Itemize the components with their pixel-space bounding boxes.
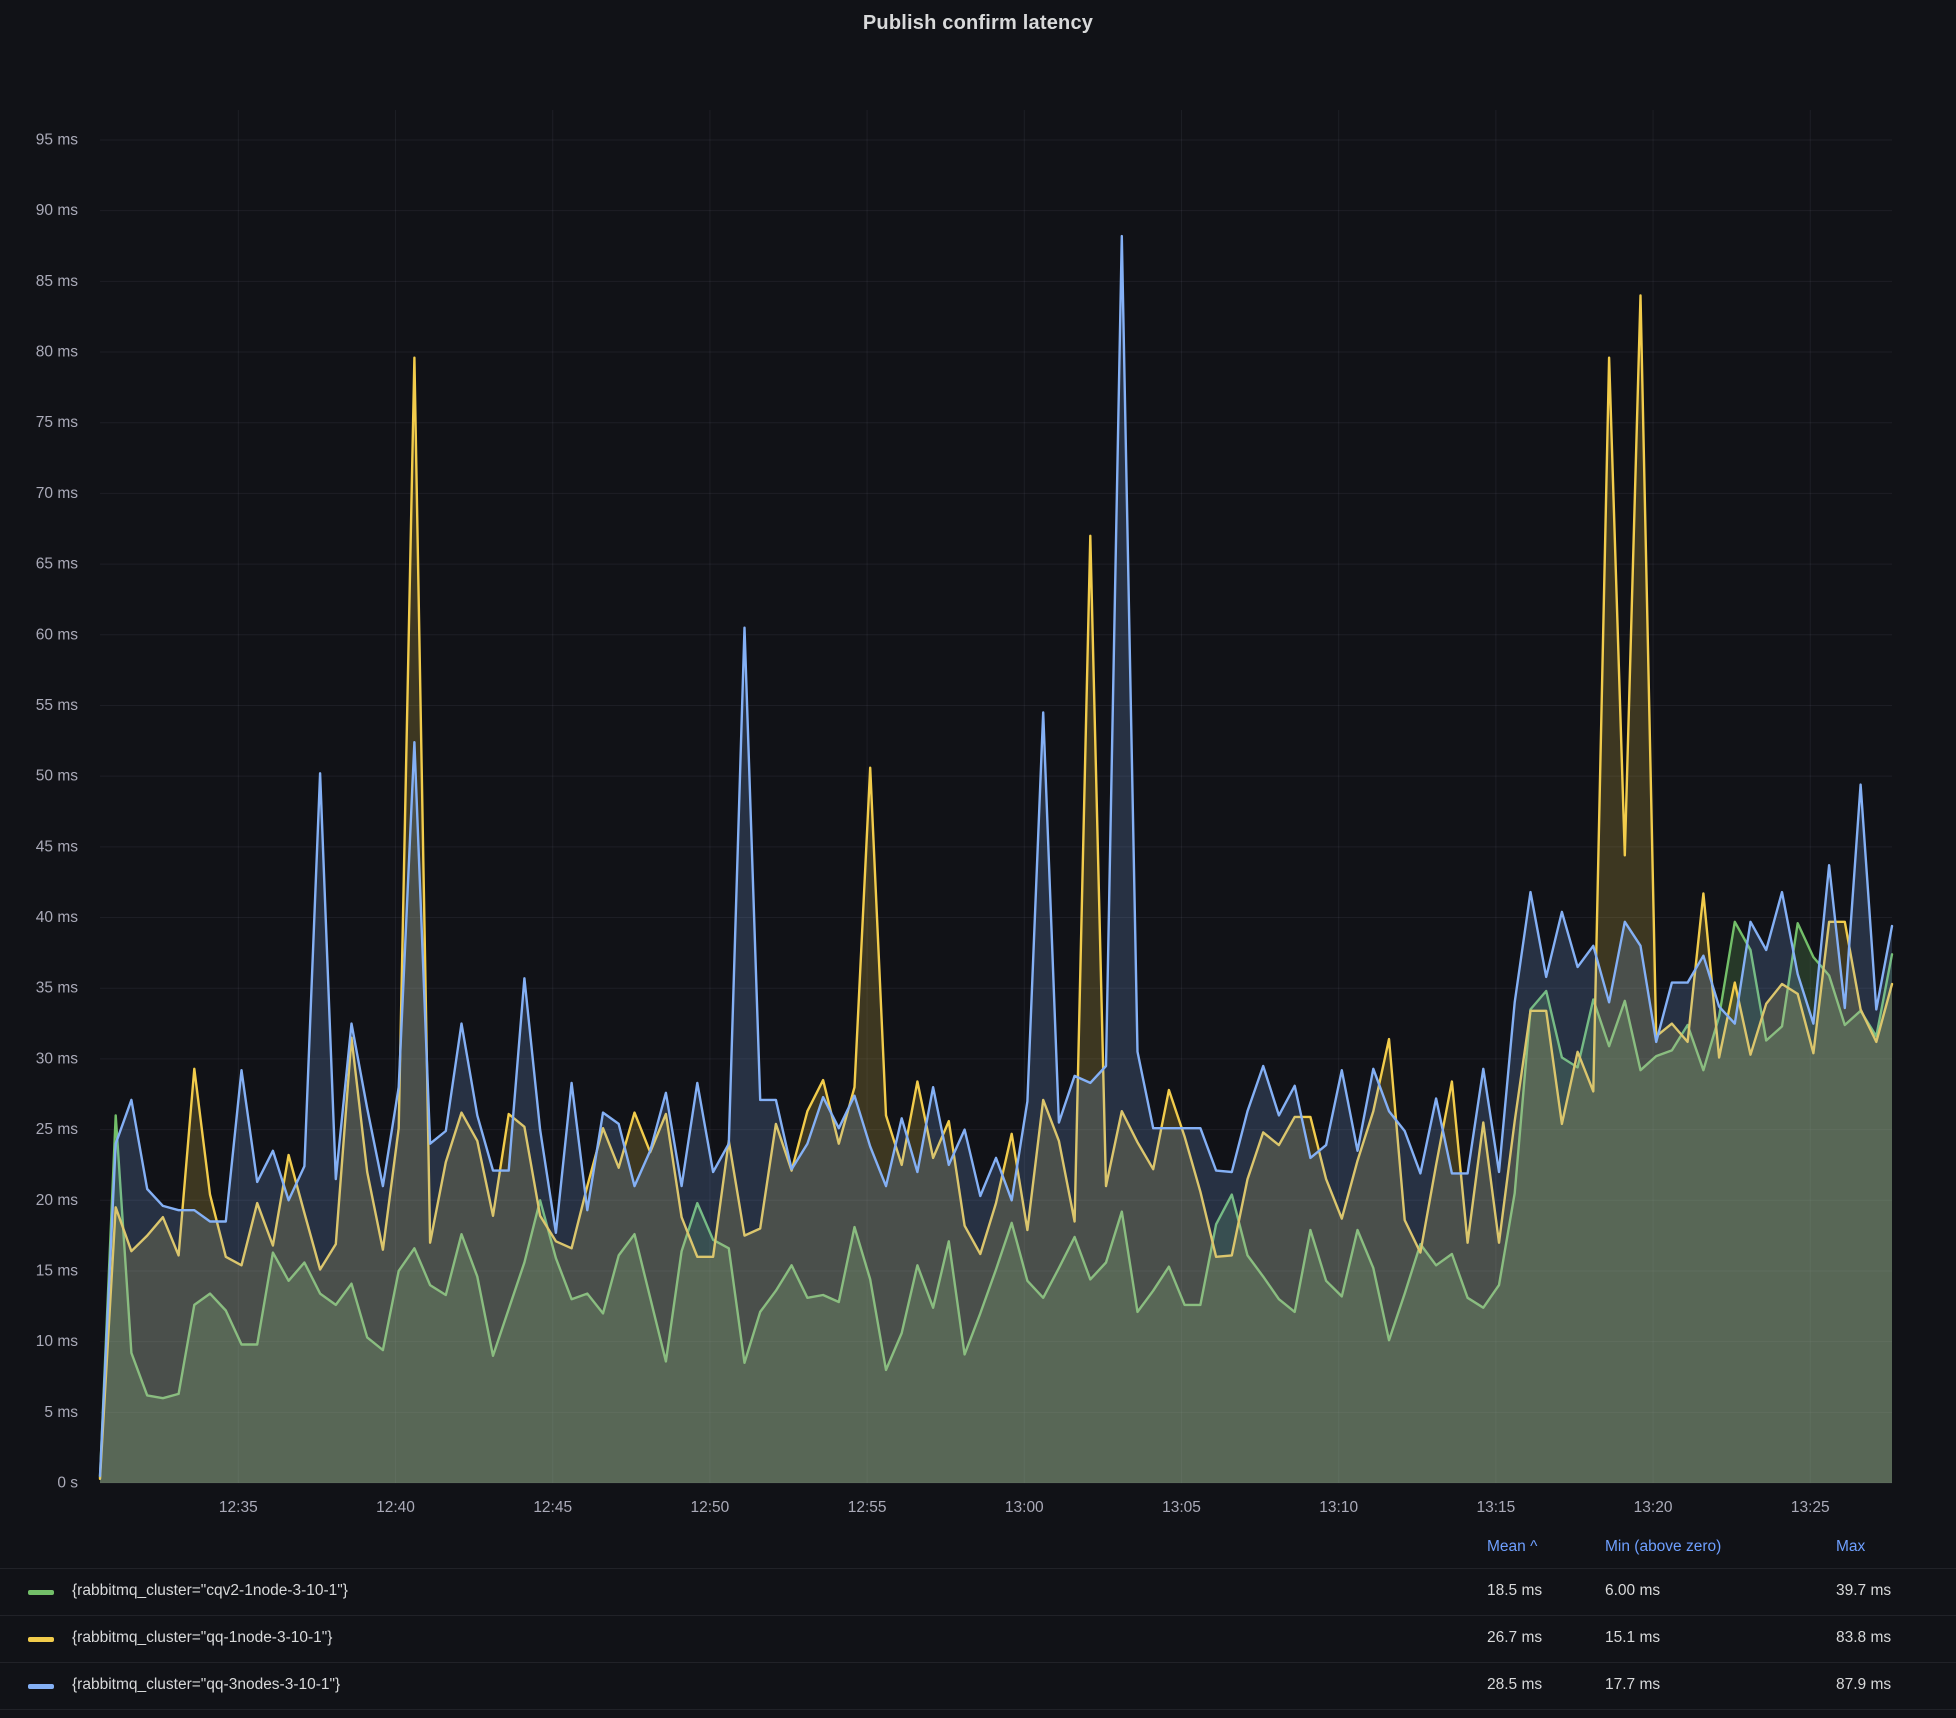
series-max-value: 83.8 ms xyxy=(1836,1629,1891,1647)
series-min-value: 15.1 ms xyxy=(1605,1629,1660,1647)
svg-text:65 ms: 65 ms xyxy=(36,556,78,573)
legend-header: Mean ^ Min (above zero) Max xyxy=(0,1524,1956,1568)
svg-text:90 ms: 90 ms xyxy=(36,202,78,219)
svg-text:25 ms: 25 ms xyxy=(36,1121,78,1138)
svg-text:13:10: 13:10 xyxy=(1319,1499,1358,1516)
svg-text:50 ms: 50 ms xyxy=(36,768,78,785)
series-label[interactable]: {rabbitmq_cluster="cqv2-1node-3-10-1"} xyxy=(72,1582,348,1600)
svg-text:12:40: 12:40 xyxy=(376,1499,415,1516)
svg-text:5 ms: 5 ms xyxy=(44,1404,78,1421)
svg-text:12:45: 12:45 xyxy=(533,1499,572,1516)
svg-text:13:20: 13:20 xyxy=(1634,1499,1673,1516)
series-mean-value: 28.5 ms xyxy=(1487,1676,1542,1694)
svg-text:12:50: 12:50 xyxy=(691,1499,730,1516)
svg-text:10 ms: 10 ms xyxy=(36,1333,78,1350)
series-swatch-green[interactable] xyxy=(28,1590,54,1595)
legend-column-max[interactable]: Max xyxy=(1836,1538,1865,1556)
svg-text:13:05: 13:05 xyxy=(1162,1499,1201,1516)
legend-row-qq-1node[interactable]: {rabbitmq_cluster="qq-1node-3-10-1"} 26.… xyxy=(0,1615,1956,1662)
series-mean-value: 26.7 ms xyxy=(1487,1629,1542,1647)
svg-text:55 ms: 55 ms xyxy=(36,697,78,714)
legend-column-mean[interactable]: Mean ^ xyxy=(1487,1538,1537,1556)
series-label[interactable]: {rabbitmq_cluster="qq-3nodes-3-10-1"} xyxy=(72,1676,340,1694)
svg-text:95 ms: 95 ms xyxy=(36,132,78,149)
series-min-value: 17.7 ms xyxy=(1605,1676,1660,1694)
series-swatch-yellow[interactable] xyxy=(28,1637,54,1642)
legend-row-cqv2-1node[interactable]: {rabbitmq_cluster="cqv2-1node-3-10-1"} 1… xyxy=(0,1568,1956,1615)
series-min-value: 6.00 ms xyxy=(1605,1582,1660,1600)
svg-text:35 ms: 35 ms xyxy=(36,980,78,997)
time-series-chart[interactable]: 0 s 5 ms 10 ms 15 ms 20 ms 25 ms 30 ms 35 ms 40 … xyxy=(0,0,1956,1524)
svg-text:85 ms: 85 ms xyxy=(36,273,78,290)
legend-row-qq-3nodes[interactable]: {rabbitmq_cluster="qq-3nodes-3-10-1"} 28… xyxy=(0,1662,1956,1710)
svg-text:40 ms: 40 ms xyxy=(36,909,78,926)
grafana-panel: Publish confirm latency 0 s5 ms10 ms15 m… xyxy=(0,0,1956,1718)
svg-text:0 s: 0 s xyxy=(57,1475,78,1492)
svg-text:15 ms: 15 ms xyxy=(36,1262,78,1279)
svg-text:75 ms: 75 ms xyxy=(36,414,78,431)
series-swatch-blue[interactable] xyxy=(28,1684,54,1689)
series-mean-value: 18.5 ms xyxy=(1487,1582,1542,1600)
svg-text:13:25: 13:25 xyxy=(1791,1499,1830,1516)
svg-text:70 ms: 70 ms xyxy=(36,485,78,502)
legend-column-min[interactable]: Min (above zero) xyxy=(1605,1538,1721,1556)
svg-text:60 ms: 60 ms xyxy=(36,626,78,643)
svg-text:12:55: 12:55 xyxy=(848,1499,887,1516)
svg-text:45 ms: 45 ms xyxy=(36,838,78,855)
svg-text:13:00: 13:00 xyxy=(1005,1499,1044,1516)
svg-text:12:35: 12:35 xyxy=(219,1499,258,1516)
series-max-value: 87.9 ms xyxy=(1836,1676,1891,1694)
legend-table: Mean ^ Min (above zero) Max {rabbitmq_cl… xyxy=(0,1524,1956,1710)
svg-text:13:15: 13:15 xyxy=(1476,1499,1515,1516)
series-label[interactable]: {rabbitmq_cluster="qq-1node-3-10-1"} xyxy=(72,1629,332,1647)
svg-text:30 ms: 30 ms xyxy=(36,1050,78,1067)
svg-text:20 ms: 20 ms xyxy=(36,1192,78,1209)
svg-text:80 ms: 80 ms xyxy=(36,344,78,361)
series-max-value: 39.7 ms xyxy=(1836,1582,1891,1600)
